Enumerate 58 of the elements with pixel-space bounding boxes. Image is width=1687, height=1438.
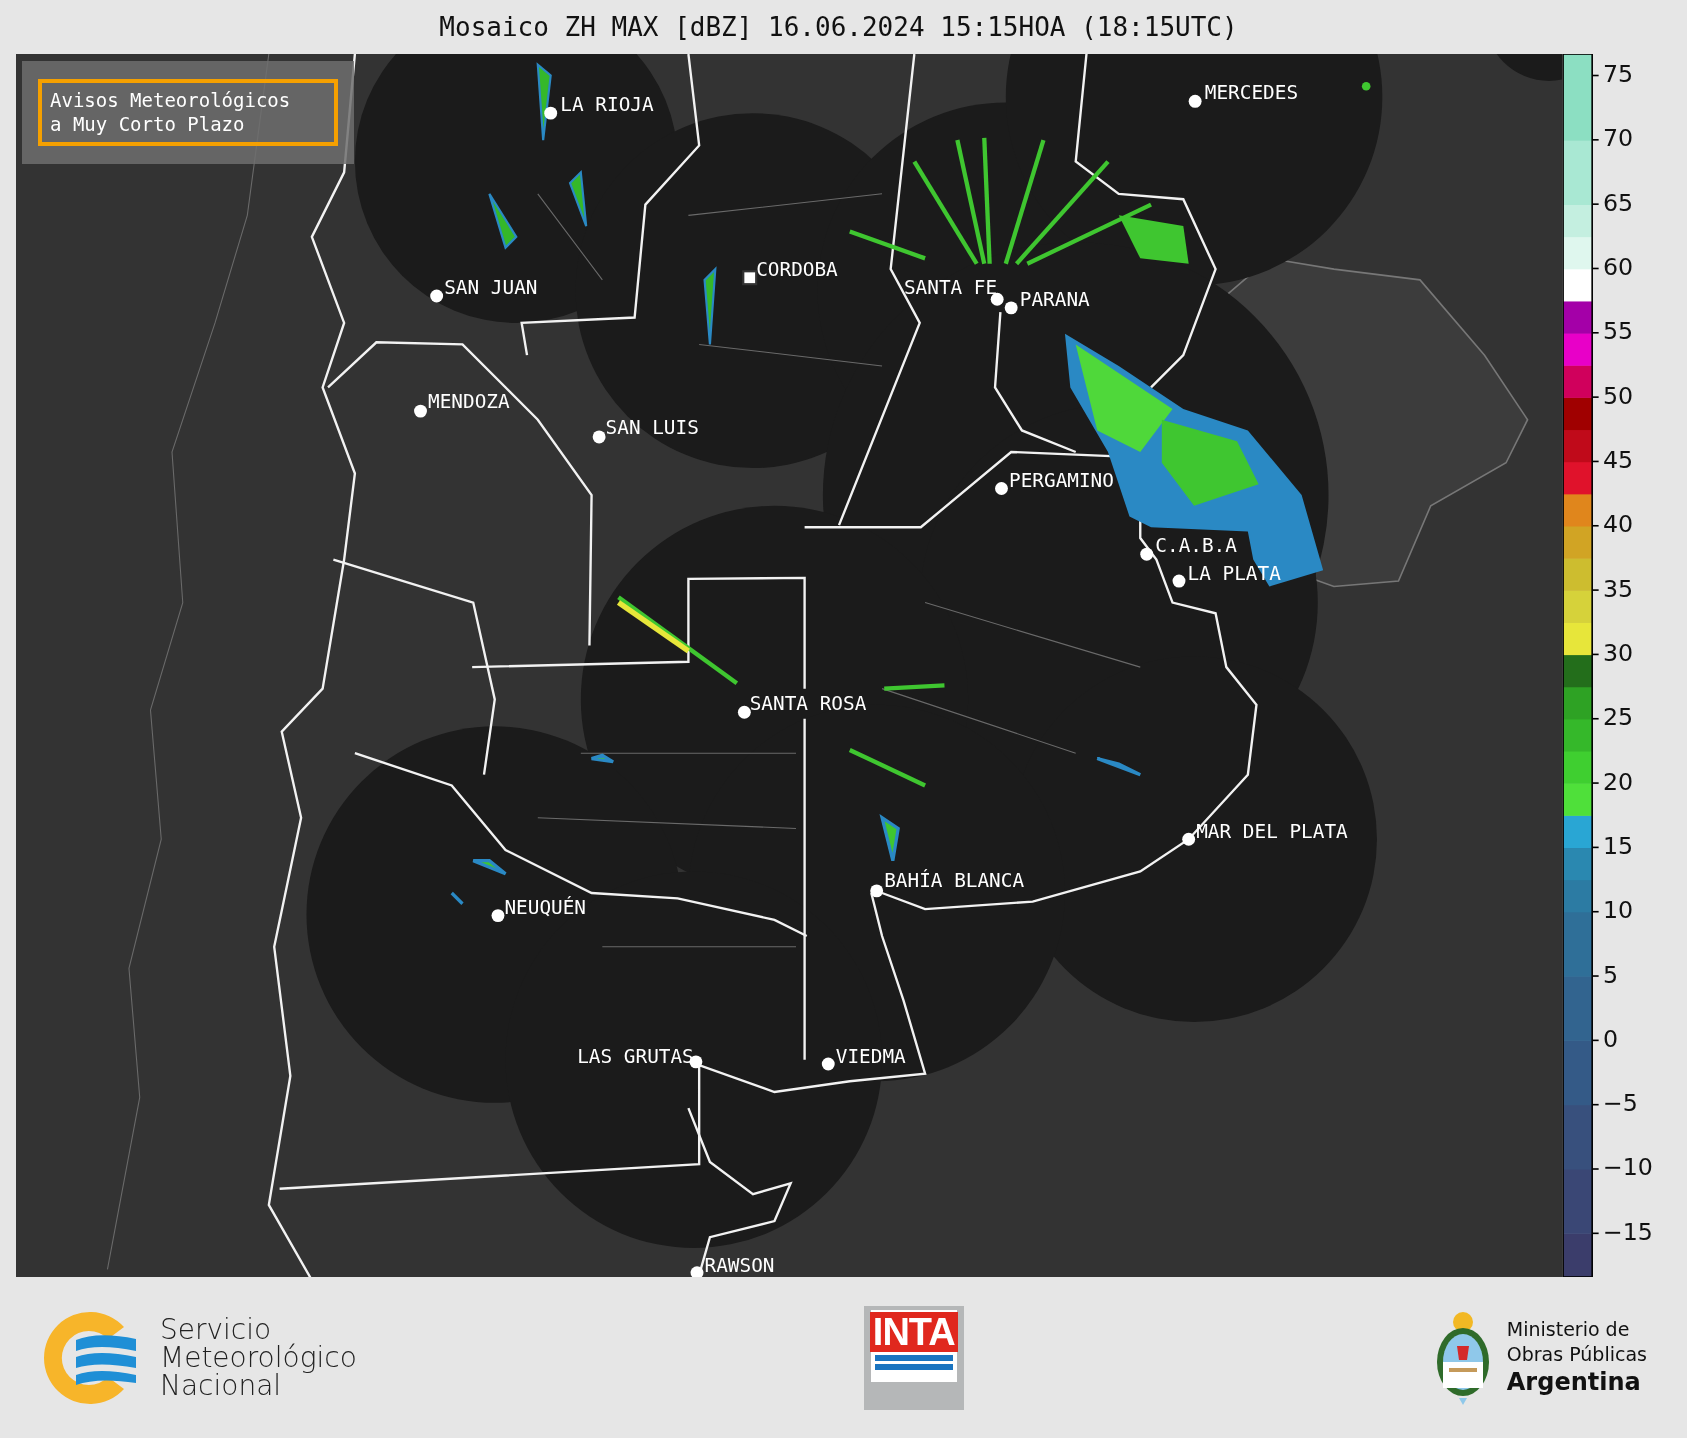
city-marker	[1172, 574, 1186, 588]
city-label: SANTA ROSA	[749, 692, 867, 716]
scale-tick-label: 25	[1602, 703, 1634, 732]
scale-tick-label: 30	[1602, 638, 1634, 667]
city-label: PERGAMINO	[1009, 468, 1114, 492]
city-label: BAHÍA BLANCA	[884, 868, 1025, 892]
city-marker	[544, 106, 558, 120]
city-label: LAS GRUTAS	[577, 1045, 694, 1069]
scale-tick-label: 70	[1602, 124, 1634, 153]
city-label: CORDOBA	[756, 257, 838, 281]
city-marker	[821, 1057, 835, 1071]
city-marker	[995, 482, 1008, 495]
scale-tick-label: −5	[1602, 1089, 1638, 1118]
scale-tick-label: 5	[1602, 960, 1618, 989]
map-title: Mosaico ZH MAX [dBZ] 16.06.2024 15:15HOA (18:15UTC)	[438, 11, 1239, 44]
city-label: SANTA FE	[903, 276, 998, 299]
scale-tick-label: 45	[1602, 445, 1634, 474]
city-label: VIEDMA	[835, 1045, 906, 1069]
scale-tick-label: −15	[1602, 1217, 1653, 1246]
city-marker	[1182, 832, 1196, 846]
city-marker	[690, 1266, 704, 1277]
smn-name: Servicio Meteorológico Nacional	[160, 1315, 357, 1400]
city-label: MENDOZA	[428, 390, 510, 413]
city-label: C.A.B.A	[1155, 534, 1237, 558]
city-marker	[430, 289, 444, 303]
city-marker	[870, 884, 884, 898]
city-label: MAR DEL PLATA	[1196, 820, 1348, 844]
city-label: RAWSON	[704, 1253, 775, 1277]
scale-tick-label: 10	[1602, 896, 1634, 925]
city-marker	[491, 909, 505, 923]
scale-tick-label: 35	[1602, 574, 1634, 603]
scale-tick-label: 55	[1602, 317, 1634, 346]
city-marker	[1188, 94, 1202, 108]
scale-tick-label: 15	[1602, 831, 1634, 860]
scale-tick-label: 20	[1602, 767, 1634, 796]
city-marker	[1140, 547, 1154, 561]
scale-tick-label: −10	[1602, 1153, 1653, 1182]
city-label: SAN JUAN	[444, 276, 538, 299]
inta-logo: INTA	[863, 1305, 964, 1410]
city-marker	[414, 404, 427, 418]
ministry-name: Ministerio de Obras Públicas Argentina	[1506, 1317, 1647, 1398]
city-marker	[592, 430, 606, 444]
scale-tick-label: 0	[1602, 1024, 1618, 1053]
scale-tick-label: 65	[1602, 188, 1634, 217]
city-marker	[742, 270, 758, 286]
city-label: LA RIOJA	[560, 93, 654, 117]
city-marker	[990, 292, 1004, 306]
notice-text: Avisos Meteorológicos a Muy Corto Plazo	[38, 78, 338, 147]
city-marker	[1004, 301, 1018, 315]
scale-tick-label: 60	[1602, 253, 1634, 281]
city-label: NEUQUÉN	[504, 895, 587, 919]
city-marker	[737, 705, 751, 719]
scale-tick-label: 50	[1602, 381, 1634, 410]
scale-tick-label: 40	[1602, 510, 1634, 539]
city-label: MERCEDES	[1204, 81, 1299, 105]
city-label: PARANA	[1019, 287, 1090, 311]
city-label: SAN LUIS	[605, 415, 699, 439]
scale-tick-label: 75	[1602, 60, 1634, 88]
